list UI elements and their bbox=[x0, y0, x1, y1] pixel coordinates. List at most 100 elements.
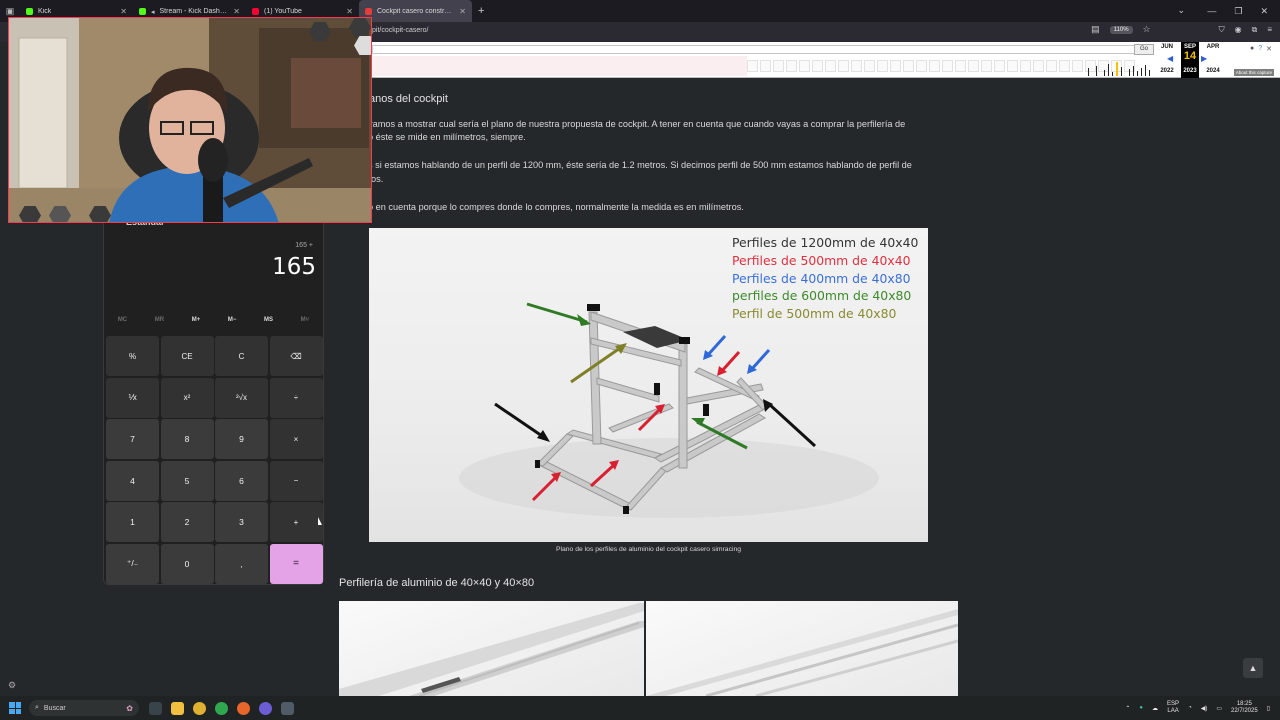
capture-month-cell[interactable] bbox=[981, 60, 992, 72]
key-4[interactable]: 4 bbox=[106, 460, 159, 501]
chrome-icon[interactable] bbox=[193, 701, 206, 715]
firefox-icon[interactable] bbox=[237, 701, 250, 715]
taskbar-search[interactable]: ⌕ Buscar ✿ bbox=[29, 700, 139, 716]
new-tab-button[interactable]: + bbox=[478, 5, 484, 17]
close-window-button[interactable]: ✕ bbox=[1260, 6, 1268, 17]
xbox-icon[interactable] bbox=[215, 701, 228, 715]
calculator-app-icon[interactable] bbox=[281, 701, 294, 715]
capture-month-cell[interactable] bbox=[877, 60, 888, 72]
memory-recall-button[interactable]: MR bbox=[155, 317, 164, 323]
zoom-level[interactable]: 110% bbox=[1109, 25, 1133, 34]
gear-icon[interactable]: ⚙ bbox=[8, 680, 16, 691]
capture-month-cell[interactable] bbox=[864, 60, 875, 72]
url-field[interactable]: pit/cockpit-casero/ bbox=[372, 27, 428, 34]
pocket-icon[interactable]: ⛉ bbox=[1219, 25, 1225, 35]
key-clear-entry[interactable]: CE bbox=[160, 336, 214, 376]
scroll-to-top-button[interactable]: ▲ bbox=[1243, 658, 1263, 678]
capture-month-cell[interactable] bbox=[825, 60, 836, 72]
file-explorer-icon[interactable] bbox=[171, 701, 184, 715]
close-icon[interactable]: ✕ bbox=[120, 7, 127, 16]
wayback-capture-histogram[interactable] bbox=[1088, 62, 1160, 76]
cockpit-plan-figure[interactable]: Perfiles de 1200mm de 40x40 Perfiles de … bbox=[369, 228, 928, 542]
capture-bar[interactable] bbox=[1121, 67, 1122, 76]
account-icon[interactable]: ◉ bbox=[1235, 25, 1242, 34]
memory-add-button[interactable]: M+ bbox=[192, 317, 201, 323]
capture-month-cell[interactable] bbox=[1059, 60, 1070, 72]
memory-clear-button[interactable]: MC bbox=[118, 317, 127, 323]
capture-month-cell[interactable] bbox=[1007, 60, 1018, 72]
key-clear[interactable]: C bbox=[215, 336, 268, 376]
capture-bar[interactable] bbox=[1108, 64, 1109, 76]
key-9[interactable]: 9 bbox=[215, 419, 268, 459]
reader-view-icon[interactable]: ▤ bbox=[1091, 24, 1100, 35]
close-icon[interactable]: ✕ bbox=[346, 7, 353, 16]
capture-month-cell[interactable] bbox=[942, 60, 953, 72]
wayback-current-month[interactable]: SEP 14 2023 bbox=[1181, 42, 1199, 78]
capture-month-cell[interactable] bbox=[1033, 60, 1044, 72]
key-3[interactable]: 3 bbox=[215, 502, 268, 542]
aluminium-profile-photo[interactable] bbox=[339, 601, 644, 696]
capture-bar[interactable] bbox=[1112, 72, 1113, 76]
capture-month-cell[interactable] bbox=[773, 60, 784, 72]
memory-subtract-button[interactable]: M− bbox=[228, 317, 237, 323]
bookmark-star-icon[interactable]: ☆ bbox=[1143, 24, 1151, 35]
wayback-go-button[interactable]: Go bbox=[1134, 44, 1154, 55]
capture-month-cell[interactable] bbox=[929, 60, 940, 72]
capture-month-cell[interactable] bbox=[760, 60, 771, 72]
wayback-url-input[interactable] bbox=[372, 45, 1152, 54]
capture-bar[interactable] bbox=[1133, 66, 1134, 76]
capture-month-cell[interactable] bbox=[747, 60, 758, 72]
language-indicator[interactable]: ESP LAA bbox=[1167, 701, 1179, 715]
key-square-root[interactable]: ²√x bbox=[215, 377, 268, 418]
capture-month-cell[interactable] bbox=[838, 60, 849, 72]
capture-bar[interactable] bbox=[1141, 68, 1142, 76]
capture-bar[interactable] bbox=[1088, 68, 1089, 76]
minimize-button[interactable]: — bbox=[1207, 6, 1216, 16]
key-decimal[interactable]: , bbox=[215, 543, 268, 584]
key-5[interactable]: 5 bbox=[160, 460, 214, 501]
capture-month-cell[interactable] bbox=[786, 60, 797, 72]
close-icon[interactable]: ✕ bbox=[1266, 45, 1272, 53]
about-capture-link[interactable]: About this capture bbox=[1233, 69, 1274, 76]
wifi-icon[interactable]: ◔ bbox=[1188, 705, 1192, 711]
key-add[interactable]: + bbox=[269, 502, 323, 542]
discord-icon[interactable] bbox=[259, 701, 272, 715]
taskbar-clock[interactable]: 18:25 22/7/2025 bbox=[1231, 701, 1258, 715]
capture-bar[interactable] bbox=[1116, 62, 1118, 76]
battery-icon[interactable]: ▭ bbox=[1216, 705, 1222, 712]
capture-bar[interactable] bbox=[1137, 71, 1138, 76]
chevron-down-icon[interactable]: ⌄ bbox=[1177, 5, 1185, 16]
wayback-capture-sparkline[interactable] bbox=[747, 60, 1147, 76]
key-7[interactable]: 7 bbox=[106, 419, 159, 459]
key-equals[interactable]: = bbox=[269, 543, 323, 584]
tab-cockpit-casero[interactable]: Cockpit casero construye tu ✕ bbox=[359, 0, 472, 22]
key-square[interactable]: x² bbox=[160, 377, 214, 418]
restore-button[interactable]: ❐ bbox=[1234, 6, 1242, 17]
capture-bar[interactable] bbox=[1104, 70, 1105, 76]
close-icon[interactable]: ✕ bbox=[459, 7, 466, 16]
memory-list-button[interactable]: M˅ bbox=[301, 317, 310, 323]
capture-month-cell[interactable] bbox=[1072, 60, 1083, 72]
key-percent[interactable]: % bbox=[106, 336, 159, 376]
chevron-up-icon[interactable]: ⌃ bbox=[1125, 705, 1130, 712]
notifications-icon[interactable]: ▯ bbox=[1267, 705, 1270, 712]
capture-month-cell[interactable] bbox=[968, 60, 979, 72]
capture-month-cell[interactable] bbox=[955, 60, 966, 72]
next-capture-arrow-icon[interactable]: ▶ bbox=[1201, 54, 1207, 63]
capture-month-cell[interactable] bbox=[799, 60, 810, 72]
capture-month-cell[interactable] bbox=[890, 60, 901, 72]
cloud-icon[interactable]: ☁ bbox=[1152, 705, 1158, 712]
capture-bar[interactable] bbox=[1129, 69, 1130, 76]
account-icon[interactable]: ● bbox=[1250, 45, 1254, 53]
capture-bar[interactable] bbox=[1149, 70, 1150, 76]
key-divide[interactable]: ÷ bbox=[269, 377, 323, 418]
menu-icon[interactable]: ≡ bbox=[1267, 25, 1272, 34]
key-0[interactable]: 0 bbox=[160, 543, 214, 584]
capture-month-cell[interactable] bbox=[916, 60, 927, 72]
extensions-icon[interactable]: ⧉ bbox=[1252, 25, 1258, 35]
key-6[interactable]: 6 bbox=[215, 460, 268, 501]
task-view-icon[interactable] bbox=[149, 701, 162, 715]
windows-start-icon[interactable] bbox=[9, 702, 21, 714]
key-subtract[interactable]: − bbox=[269, 460, 323, 501]
key-reciprocal[interactable]: ⅟x bbox=[106, 377, 159, 418]
